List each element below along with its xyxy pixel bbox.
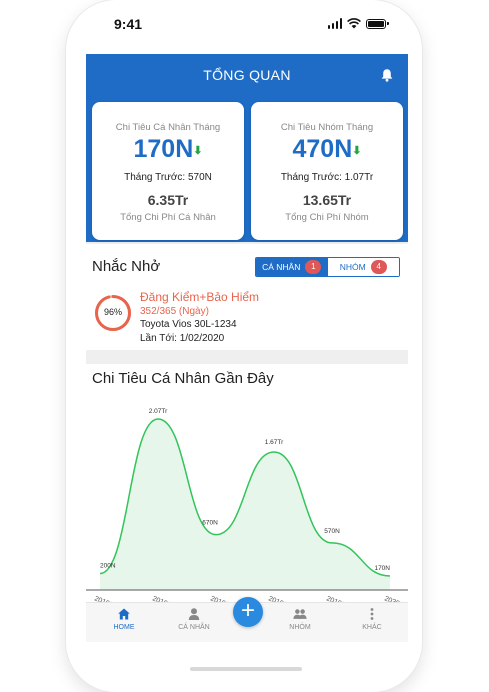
tab-label: KHÁC bbox=[362, 624, 382, 631]
card-previous: Tháng Trước: 1.07Tr bbox=[280, 172, 374, 183]
app-screen: TỔNG QUAN Chi Tiêu Cá Nhân Tháng 170N⬇ T… bbox=[86, 54, 408, 642]
personal-summary-card[interactable]: Chi Tiêu Cá Nhân Tháng 170N⬇ Tháng Trước… bbox=[92, 102, 244, 240]
person-icon bbox=[188, 608, 200, 620]
count-badge: 4 bbox=[370, 260, 387, 274]
reminder-item-title[interactable]: Đăng Kiểm+Bảo Hiểm bbox=[140, 290, 259, 304]
tab-label: HOME bbox=[113, 624, 135, 631]
data-label: 1.67Tr bbox=[265, 439, 284, 446]
add-button[interactable]: + bbox=[233, 597, 263, 627]
tab-label: NHÓM bbox=[289, 624, 311, 631]
progress-percent: 96% bbox=[103, 307, 122, 317]
data-label: 200N bbox=[100, 562, 116, 569]
tab-group[interactable]: NHÓM 4 bbox=[327, 258, 399, 276]
down-arrow-icon: ⬇ bbox=[352, 144, 362, 157]
data-label: 170N bbox=[374, 565, 390, 572]
signal-icon bbox=[327, 18, 342, 29]
card-total-label: Tổng Chi Phí Cá Nhân bbox=[120, 212, 216, 223]
card-label: Chi Tiêu Cá Nhân Tháng bbox=[115, 122, 221, 133]
card-total: 13.65Tr bbox=[302, 192, 352, 208]
reminder-days: 352/365 (Ngày) bbox=[140, 306, 209, 317]
tab-label: CÁ NHÂN bbox=[178, 624, 210, 631]
spending-chart: 200N2.07Tr670N1.67Tr570N170N2019/0 2019/0… bbox=[86, 408, 408, 604]
reminder-tabs: CÁ NHÂN 1 NHÓM 4 bbox=[255, 257, 400, 277]
page-title: TỔNG QUAN bbox=[203, 67, 291, 83]
tab-more[interactable]: KHÁC bbox=[342, 607, 402, 631]
tab-personal[interactable]: CÁ NHÂN bbox=[164, 607, 224, 631]
down-arrow-icon: ⬇ bbox=[193, 144, 203, 157]
tab-home[interactable]: HOME bbox=[94, 607, 154, 631]
group-icon bbox=[293, 609, 307, 619]
count-badge: 1 bbox=[305, 260, 322, 274]
group-summary-card[interactable]: Chi Tiêu Nhóm Tháng 470N⬇ Tháng Trước: 1… bbox=[251, 102, 403, 240]
tab-group[interactable]: NHÓM bbox=[270, 607, 330, 631]
status-bar: 9:41 bbox=[86, 10, 410, 38]
data-label: 2.07Tr bbox=[149, 408, 168, 415]
more-icon bbox=[370, 608, 374, 620]
status-icons bbox=[327, 18, 389, 29]
home-indicator bbox=[190, 667, 302, 671]
card-label: Chi Tiêu Nhóm Tháng bbox=[280, 122, 374, 133]
reminder-section: Nhắc Nhở CÁ NHÂN 1 NHÓM 4 96% Đăng Kiểm+… bbox=[86, 244, 408, 350]
reminder-title: Nhắc Nhở bbox=[92, 258, 161, 275]
card-value: 170N⬇ bbox=[133, 135, 203, 163]
card-value: 470N⬇ bbox=[292, 135, 362, 163]
bell-icon[interactable] bbox=[380, 68, 394, 82]
tab-label: NHÓM bbox=[339, 262, 366, 272]
progress-ring: 96% bbox=[94, 294, 132, 332]
reminder-next-date: Lần Tới: 1/02/2020 bbox=[140, 333, 225, 344]
card-total-label: Tổng Chi Phí Nhóm bbox=[285, 212, 369, 223]
wifi-icon bbox=[347, 18, 361, 29]
recent-spending-chart-section: Chi Tiêu Cá Nhân Gần Đây 200N 2.07Tr 670N 1… bbox=[86, 364, 408, 604]
tab-label: CÁ NHÂN bbox=[262, 262, 301, 272]
reminder-vehicle: Toyota Vios 30L-1234 bbox=[140, 319, 237, 330]
plus-icon: + bbox=[240, 597, 255, 624]
card-previous: Tháng Trước: 570N bbox=[124, 172, 212, 183]
battery-icon bbox=[366, 18, 389, 29]
home-icon bbox=[118, 608, 130, 620]
tab-personal[interactable]: CÁ NHÂN 1 bbox=[256, 258, 328, 276]
bottom-tab-bar: HOME CÁ NHÂN + NHÓM KHÁC bbox=[86, 597, 408, 642]
card-total: 6.35Tr bbox=[147, 192, 189, 208]
chart-area-fill bbox=[100, 419, 390, 590]
status-time: 9:41 bbox=[114, 16, 143, 32]
data-label: 670N bbox=[202, 520, 218, 527]
data-label: 570N bbox=[324, 528, 340, 535]
